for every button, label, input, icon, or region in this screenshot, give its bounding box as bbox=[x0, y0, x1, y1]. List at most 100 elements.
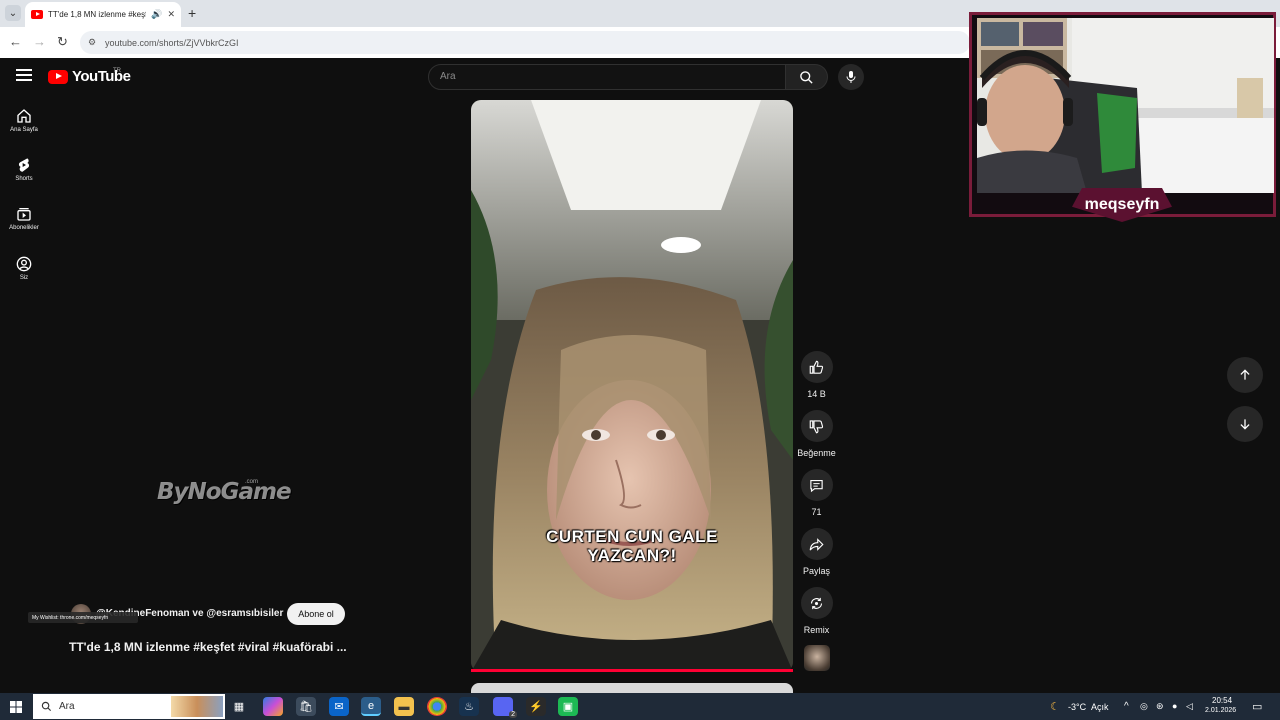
comments-action: 71 bbox=[796, 469, 837, 517]
search-highlight-image bbox=[171, 696, 223, 717]
tab-close-icon[interactable]: ✕ bbox=[167, 9, 175, 20]
app-icon[interactable]: ▣ bbox=[558, 697, 578, 716]
game-launcher-icon[interactable]: ⚡ bbox=[526, 697, 546, 716]
remix-icon bbox=[810, 597, 823, 609]
store-icon[interactable]: 🛍 bbox=[296, 697, 316, 716]
notification-icon[interactable]: ▭ bbox=[1252, 700, 1262, 713]
like-button[interactable] bbox=[800, 351, 833, 383]
weather-icon[interactable]: ☾ bbox=[1045, 697, 1065, 716]
url-field[interactable]: ⚙ youtube.com/shorts/ZjVVbkrCzGI bbox=[80, 31, 970, 54]
country-code: TR bbox=[113, 68, 121, 74]
like-action: 14 B bbox=[796, 351, 837, 399]
guide-item-label: Siz bbox=[19, 275, 29, 281]
back-icon[interactable]: ← bbox=[9, 34, 22, 49]
dislike-button[interactable] bbox=[800, 410, 833, 442]
share-icon bbox=[809, 537, 824, 551]
tray-network-icon[interactable]: ⊛ bbox=[1156, 701, 1164, 712]
clock-date[interactable]: 2.01.2026 bbox=[1205, 707, 1236, 714]
comment-count: 71 bbox=[811, 507, 822, 517]
video-title[interactable]: TT'de 1,8 MN izlenme #keşfet #viral #kua… bbox=[69, 640, 347, 654]
steam-icon[interactable]: ♨ bbox=[459, 697, 479, 716]
clock-time[interactable]: 20:54 bbox=[1212, 696, 1232, 705]
taskbar-search-input[interactable]: Ara bbox=[33, 694, 225, 719]
mail-icon[interactable]: ✉ bbox=[329, 697, 349, 716]
watermark-suffix: .com bbox=[245, 479, 259, 485]
wishlist-banner: My Wishlist: throne.com/meqseyfn bbox=[28, 612, 138, 623]
url-text: youtube.com/shorts/ZjVVbkrCzGI bbox=[105, 38, 239, 48]
dislike-action: Beğenme bbox=[796, 410, 837, 458]
sound-thumbnail[interactable] bbox=[804, 645, 830, 671]
caption-line-1: CURTEN CUN GALE bbox=[546, 527, 718, 546]
reload-icon[interactable]: ↻ bbox=[57, 34, 68, 50]
arrow-down-icon bbox=[1240, 419, 1250, 430]
webcam-feed bbox=[977, 18, 1274, 193]
thumbs-down-icon bbox=[809, 419, 824, 433]
arrow-up-icon bbox=[1240, 369, 1250, 380]
windows-taskbar: Ara ▦ 🛍 ✉ e ▬ ♨ 2 ⚡ ▣ ☾ -3°C Açık ^ ◎ ⊛ … bbox=[0, 693, 1280, 720]
video-caption: CURTEN CUN GALE YAZCAN?! bbox=[471, 527, 793, 565]
previous-short-button[interactable] bbox=[1227, 357, 1263, 393]
tray-app-icon[interactable]: ◎ bbox=[1140, 701, 1148, 712]
comments-button[interactable] bbox=[800, 469, 833, 501]
guide-menu-icon[interactable] bbox=[16, 69, 32, 83]
tray-mic-icon[interactable]: ● bbox=[1172, 701, 1177, 711]
windows-logo-icon bbox=[10, 700, 22, 713]
guide-item-home[interactable]: Ana Sayfa bbox=[0, 108, 48, 133]
remix-label: Remix bbox=[803, 625, 830, 635]
guide-item-shorts[interactable]: Shorts bbox=[0, 157, 48, 182]
guide-item-label: Abonelikler bbox=[9, 225, 39, 231]
you-icon bbox=[16, 256, 32, 272]
chrome-icon[interactable] bbox=[427, 697, 447, 716]
home-icon bbox=[17, 109, 31, 123]
video-progress-bar[interactable] bbox=[471, 669, 793, 672]
comment-icon bbox=[810, 479, 823, 492]
tab-title: TT'de 1,8 MN izlenme #keşfet bbox=[48, 10, 147, 19]
voice-search-button[interactable] bbox=[838, 64, 864, 90]
subscribe-button[interactable]: Abone ol bbox=[287, 603, 345, 625]
share-button[interactable] bbox=[800, 528, 833, 560]
taskbar-badge: 2 bbox=[509, 711, 517, 718]
tab-search-button[interactable]: ⌄ bbox=[5, 5, 21, 21]
youtube-logo-icon bbox=[48, 69, 68, 84]
microphone-icon bbox=[846, 71, 856, 83]
webcam-image bbox=[977, 18, 1274, 193]
streamer-name: meqseyfn bbox=[1084, 196, 1160, 213]
guide-item-you[interactable]: Siz bbox=[0, 256, 48, 281]
new-tab-button[interactable]: + bbox=[188, 5, 196, 21]
remix-button[interactable] bbox=[800, 587, 833, 619]
guide-item-label: Ana Sayfa bbox=[10, 127, 38, 133]
search-input[interactable]: Ara bbox=[428, 64, 786, 90]
next-short-button[interactable] bbox=[1227, 406, 1263, 442]
search-icon bbox=[800, 70, 813, 84]
teams-icon[interactable]: 2 bbox=[493, 697, 517, 718]
shorts-icon bbox=[18, 158, 30, 172]
tab-audio-icon[interactable]: 🔊 bbox=[151, 9, 162, 20]
start-button[interactable] bbox=[6, 697, 26, 716]
caption-line-2: YAZCAN?! bbox=[587, 546, 677, 565]
guide-item-subscriptions[interactable]: Abonelikler bbox=[0, 206, 48, 231]
tray-overflow-icon[interactable]: ^ bbox=[1124, 701, 1129, 712]
copilot-icon[interactable] bbox=[263, 697, 283, 716]
youtube-logo-text: YouTube bbox=[72, 68, 131, 85]
watermark-logo: ByNoGame bbox=[157, 479, 292, 505]
task-view-icon[interactable]: ▦ bbox=[229, 697, 249, 716]
search-button[interactable] bbox=[786, 64, 828, 90]
guide-item-label: Shorts bbox=[15, 176, 33, 182]
share-action: Paylaş bbox=[796, 528, 837, 576]
thumbs-up-icon bbox=[809, 360, 824, 374]
weather-temp[interactable]: -3°C bbox=[1068, 702, 1086, 712]
file-explorer-icon[interactable]: ▬ bbox=[394, 697, 414, 716]
share-label: Paylaş bbox=[802, 566, 830, 576]
browser-tab-active[interactable]: TT'de 1,8 MN izlenme #keşfet 🔊 ✕ bbox=[25, 2, 181, 27]
dislike-label: Beğenme bbox=[797, 448, 836, 458]
forward-icon[interactable]: → bbox=[33, 34, 46, 49]
next-short-preview[interactable] bbox=[471, 683, 793, 693]
shorts-video-player[interactable] bbox=[471, 100, 793, 672]
edge-icon[interactable]: e bbox=[361, 697, 381, 716]
taskbar-search-placeholder: Ara bbox=[59, 701, 75, 712]
remix-action: Remix bbox=[796, 587, 837, 635]
weather-desc[interactable]: Açık bbox=[1091, 702, 1109, 712]
site-info-icon[interactable]: ⚙ bbox=[88, 37, 96, 48]
video-frame bbox=[471, 100, 793, 672]
tray-volume-icon[interactable]: ◁ bbox=[1186, 701, 1193, 712]
